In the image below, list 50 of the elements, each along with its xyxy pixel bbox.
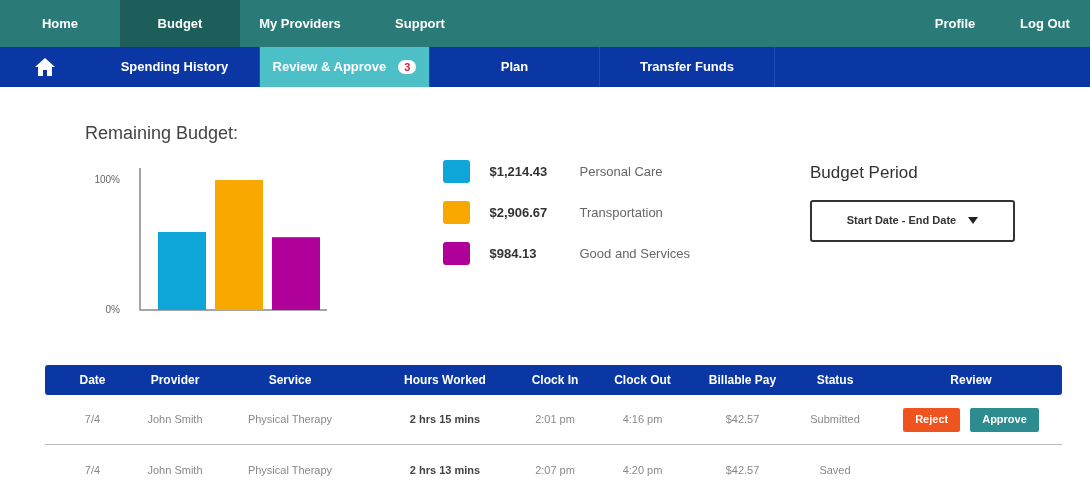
nav-link[interactable]: Profile bbox=[910, 0, 1000, 47]
legend-label: Transportation bbox=[579, 203, 663, 222]
nav-link[interactable]: Log Out bbox=[1000, 0, 1090, 47]
review-button[interactable]: Approve bbox=[970, 407, 1039, 432]
table-cell-text: $42.57 bbox=[724, 462, 761, 478]
column-header: Service bbox=[267, 372, 313, 389]
table-cell-text: 4:16 pm bbox=[621, 412, 664, 428]
legend-amount: $1,214.43 bbox=[489, 162, 549, 181]
subnav-tab[interactable]: Plan bbox=[430, 47, 600, 87]
subnav-tab[interactable]: Transfer Funds bbox=[600, 47, 775, 87]
column-header: Clock In bbox=[530, 372, 580, 389]
table-cell-text: 7/4 bbox=[83, 462, 102, 478]
table-cell-text: Physical Therapy bbox=[246, 412, 334, 428]
table-cell-text: 7/4 bbox=[83, 412, 102, 428]
nav-tab[interactable]: Support bbox=[360, 0, 480, 47]
legend-amount: $984.13 bbox=[489, 244, 538, 263]
section-title: Remaining Budget: bbox=[85, 122, 240, 145]
column-header: Clock Out bbox=[613, 372, 672, 389]
table-cell-text: Submitted bbox=[809, 412, 861, 428]
dropdown-icon bbox=[968, 217, 979, 224]
section-title: Budget Period bbox=[810, 162, 919, 184]
column-header: Hours Worked bbox=[403, 372, 487, 389]
table-cell-text: Saved bbox=[818, 462, 852, 478]
column-header: Date bbox=[78, 372, 107, 389]
nav-tab[interactable]: Home bbox=[0, 0, 120, 47]
nav-tab[interactable]: My Providers bbox=[240, 0, 360, 47]
table-cell-text: John Smith bbox=[146, 462, 204, 478]
table-cell-text: 2 hrs 13 mins bbox=[408, 462, 482, 478]
legend-amount: $2,906.67 bbox=[489, 203, 549, 222]
table-cell-text: John Smith bbox=[146, 412, 204, 428]
column-header: Billable Pay bbox=[707, 372, 778, 389]
axis-label: 100% bbox=[94, 173, 120, 185]
column-header: Review bbox=[949, 372, 993, 389]
table-cell-text: $42.57 bbox=[724, 412, 761, 428]
table-cell-text: 2:01 pm bbox=[534, 412, 576, 428]
nav-tab[interactable]: Budget bbox=[120, 0, 240, 47]
legend-label: Personal Care bbox=[579, 162, 663, 181]
date-range-select[interactable]: Start Date - End Date bbox=[810, 199, 1015, 242]
column-header: Status bbox=[815, 372, 855, 389]
count-badge: 3 bbox=[398, 60, 417, 74]
legend-label: Good and Services bbox=[579, 244, 691, 263]
axis-label: 0% bbox=[105, 303, 120, 315]
table-cell-text: 4:20 pm bbox=[621, 462, 664, 478]
column-header: Provider bbox=[149, 372, 201, 389]
table-cell-text: Physical Therapy bbox=[246, 462, 334, 478]
review-button[interactable]: Reject bbox=[903, 407, 961, 432]
home-icon[interactable] bbox=[34, 57, 56, 77]
subnav-tab[interactable]: Review & Approve 3 bbox=[260, 47, 430, 87]
table-cell-text: 2:07 pm bbox=[534, 462, 576, 478]
table-cell-text: 2 hrs 15 mins bbox=[408, 412, 482, 428]
